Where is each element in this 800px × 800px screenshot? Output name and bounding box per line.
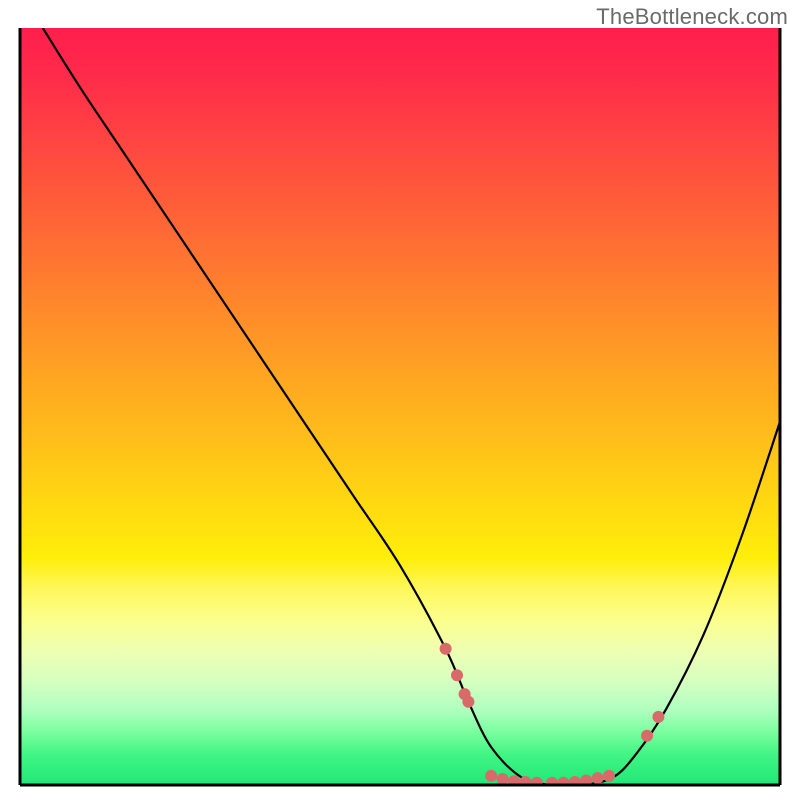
data-point (641, 730, 653, 742)
data-point (546, 777, 558, 789)
watermark-text: TheBottleneck.com (596, 4, 788, 30)
data-point (531, 777, 543, 789)
chart-container: TheBottleneck.com (0, 0, 800, 800)
data-point (462, 696, 474, 708)
data-point (603, 770, 615, 782)
data-point (451, 669, 463, 681)
data-point (485, 770, 497, 782)
gradient-background (20, 28, 780, 785)
data-point (440, 643, 452, 655)
bottleneck-chart (0, 0, 800, 800)
data-point (497, 773, 509, 785)
data-point (557, 777, 569, 789)
data-point (652, 711, 664, 723)
data-point (592, 772, 604, 784)
